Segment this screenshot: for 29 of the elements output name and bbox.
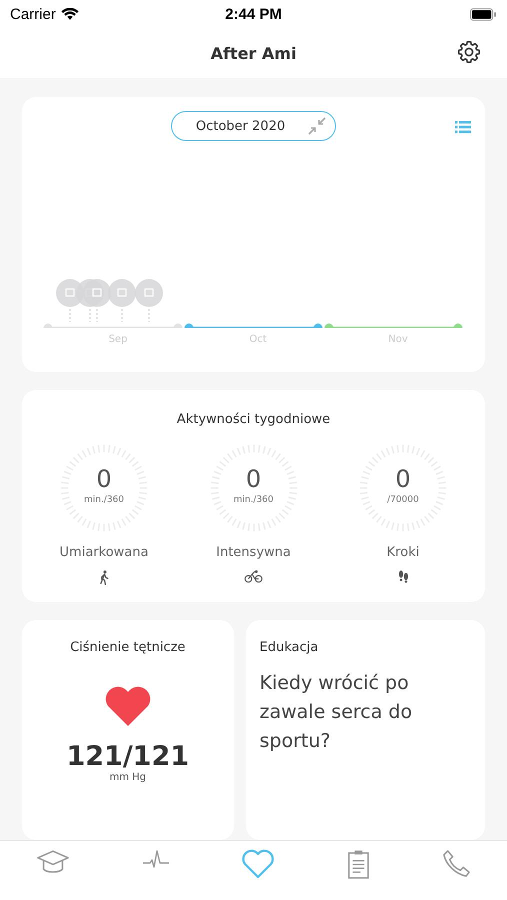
activity-label: Intensywna [216,544,291,560]
screen-title: After Ami [210,44,296,62]
heart-icon [104,685,152,727]
activity-target: min./360 [82,494,126,505]
settings-icon[interactable] [456,39,482,65]
pressure-value: 121/121 [66,741,190,772]
footprints-icon [398,570,408,583]
bicycle-icon [244,570,263,583]
month-picker[interactable]: October 2020 [170,111,336,141]
card-title: Edukacja [260,640,320,655]
wifi-icon [60,8,79,20]
event-markers-drawing[interactable] [56,278,163,322]
activity-value: 0 [95,464,113,493]
list-icon[interactable] [455,120,471,134]
article-title[interactable]: Kiedy wrócić po zawale serca do sportu? [260,669,471,756]
activity-target: min./360 [232,494,275,505]
activity-label: Kroki [386,544,420,560]
activity-label: Umiarkowana [60,544,148,560]
walking-icon [98,570,110,585]
collapse-icon [307,116,328,136]
clock-time: 2:44 PM [225,6,282,22]
activity-target: /70000 [386,494,420,505]
section-title: Aktywności tygodniowe [176,412,332,427]
pressure-unit: mm Hg [109,772,146,783]
card-title: Ciśnienie tętnicze [70,640,186,655]
activity-value: 0 [394,464,412,493]
battery-icon [470,8,497,20]
carrier-label: Carrier [10,6,56,22]
activity-value: 0 [244,464,262,493]
